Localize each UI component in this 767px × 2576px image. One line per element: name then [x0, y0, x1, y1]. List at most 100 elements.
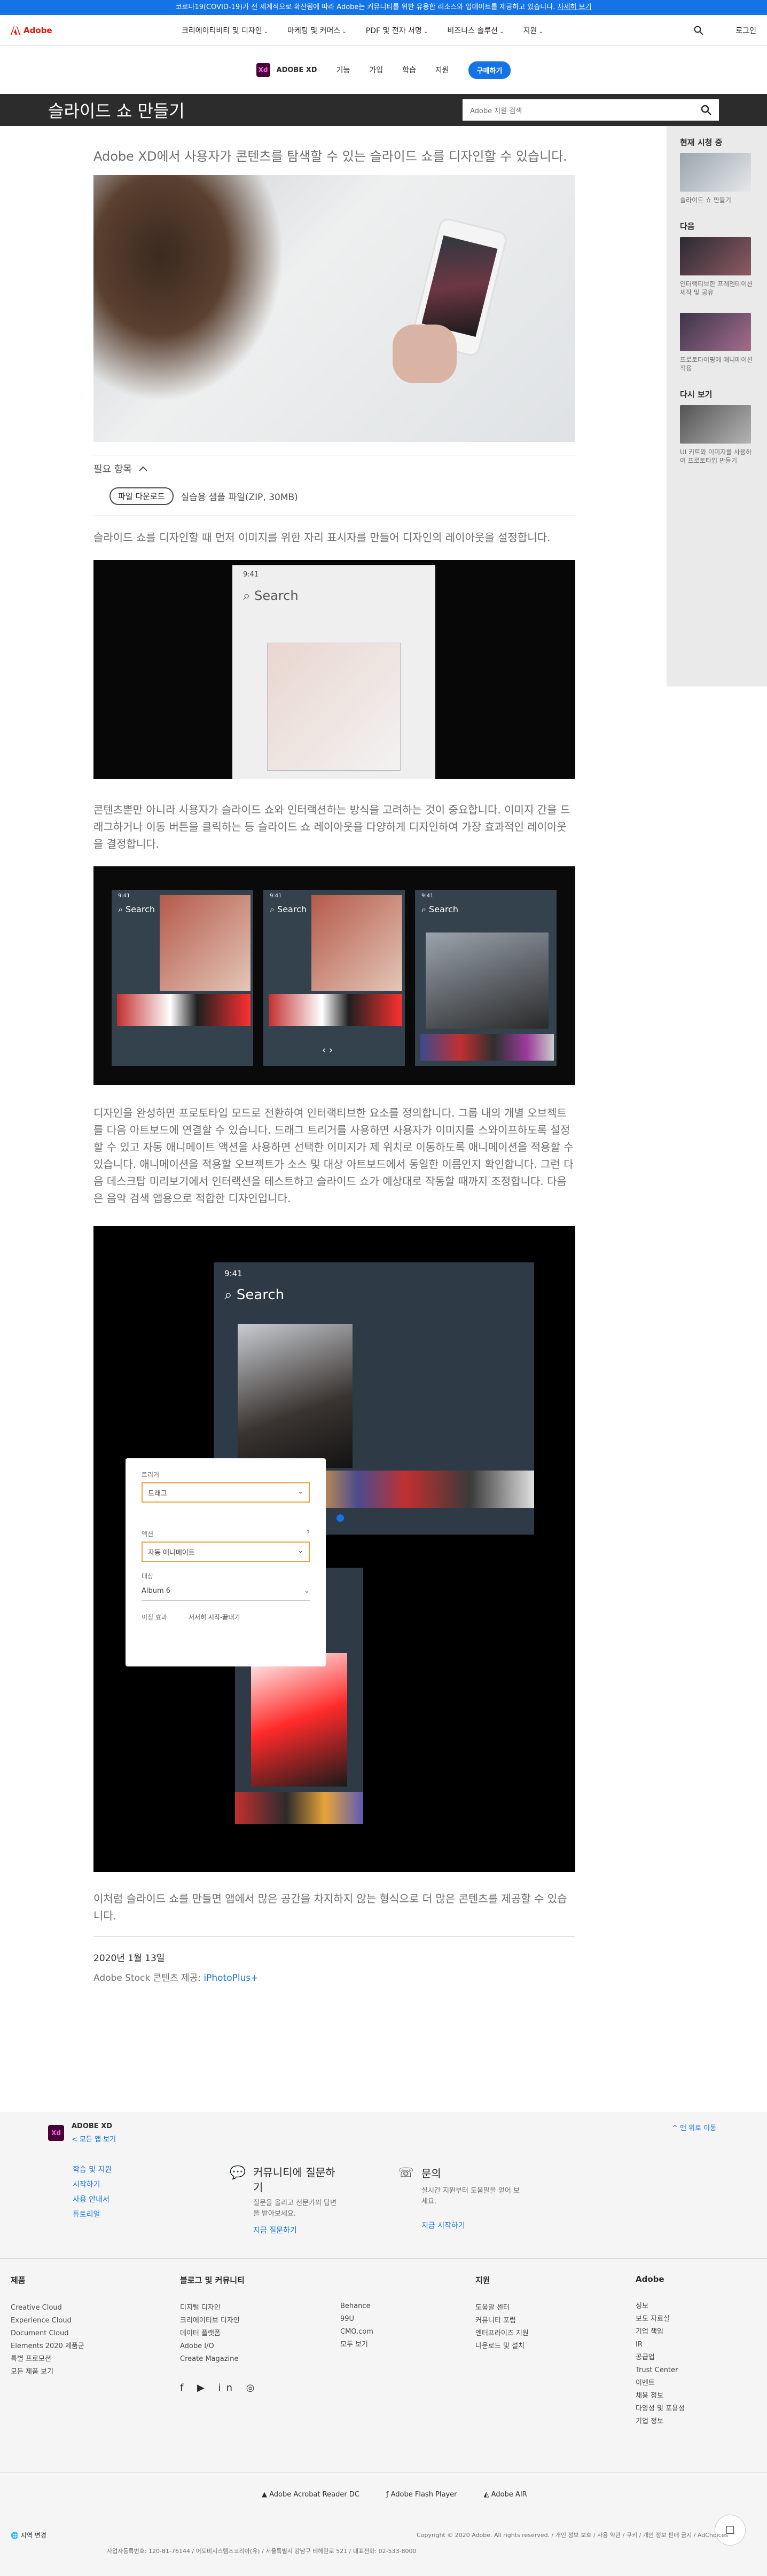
- col-link[interactable]: 다운로드 및 설치: [475, 2340, 529, 2353]
- layout-mockup-image[interactable]: 9:41 ⌕ Search: [93, 560, 575, 779]
- gnav-item-marketing[interactable]: 마케팅 및 커머스: [287, 25, 347, 36]
- region-selector[interactable]: 🌐 지역 변경: [11, 2531, 46, 2540]
- brand-name: Adobe: [24, 25, 52, 35]
- next-title-1[interactable]: 인터랙티브한 프레젠테이션 제작 및 공유: [680, 280, 754, 297]
- adobe-logo[interactable]: Adobe: [11, 26, 171, 35]
- easing-label: 이징 효과: [142, 1614, 167, 1621]
- col-title: [340, 2274, 373, 2284]
- col-link[interactable]: 데이터 플랫폼: [180, 2327, 260, 2340]
- next-title-2[interactable]: 프로토타이핑에 애니메이션 적용: [680, 355, 754, 373]
- chevron-down-icon: ⌄: [298, 1547, 303, 1555]
- col-link[interactable]: Creative Cloud: [11, 2302, 84, 2314]
- col-link[interactable]: 이벤트: [636, 2377, 685, 2390]
- layout-variants-image[interactable]: 9:41 ⌕ Search 9:41 ⌕ Search ‹ › 9:41 ⌕ Searc…: [93, 866, 575, 1085]
- search-icon[interactable]: [694, 26, 704, 35]
- col-link[interactable]: Experience Cloud: [11, 2314, 84, 2327]
- review-title[interactable]: UI 키트와 이미지를 사용하여 프로토타입 만들기: [680, 448, 754, 465]
- now-playing-thumb[interactable]: [680, 153, 751, 192]
- col-link[interactable]: Trust Center: [636, 2364, 685, 2377]
- subnav-learn[interactable]: 학습: [402, 65, 416, 75]
- flash-link[interactable]: ƒ Adobe Flash Player: [386, 2491, 457, 2499]
- col-link[interactable]: 기업 책임: [636, 2326, 685, 2338]
- col-link[interactable]: 커뮤니티 포럼: [475, 2314, 529, 2327]
- footer-link-guide[interactable]: 사용 안내서: [73, 2192, 112, 2207]
- buy-button[interactable]: 구매하기: [468, 61, 511, 79]
- col-link[interactable]: 기업 정보: [636, 2415, 685, 2428]
- contact-title: 문의: [421, 2167, 441, 2180]
- review-thumb[interactable]: [680, 405, 751, 444]
- connector-dot[interactable]: [336, 1514, 344, 1522]
- footer-col-products: 제품 Creative Cloud Experience Cloud Documen…: [11, 2274, 84, 2379]
- col-link[interactable]: Create Magazine: [180, 2353, 260, 2366]
- required-toggle[interactable]: 필요 항목: [93, 462, 575, 476]
- acrobat-link[interactable]: ▲ Adobe Acrobat Reader DC: [262, 2491, 359, 2499]
- gnav-item-support[interactable]: 지원: [523, 25, 543, 36]
- variant-2: 9:41 ⌕ Search ‹ ›: [263, 890, 405, 1066]
- col-link[interactable]: 99U: [340, 2313, 373, 2326]
- next-thumb-1[interactable]: [680, 237, 751, 275]
- footer-product: Xd ADOBE XD < 모든 앱 보기: [48, 2122, 116, 2144]
- now-playing-title[interactable]: 슬라이드 쇼 만들기: [680, 196, 754, 204]
- col-link[interactable]: Behance: [340, 2300, 373, 2313]
- acrobat-label: Adobe Acrobat Reader DC: [269, 2491, 359, 2499]
- col-link[interactable]: 모든 제품 보기: [11, 2366, 84, 2379]
- footer-col-blogs: 블로그 및 커뮤니티 디지털 디자인 크리에이티브 디자인 데이터 플랫폼 Adobe…: [180, 2274, 260, 2395]
- interaction-panel: 트리거 드래그 ⌄ 액션? 자동 애니메이트 ⌄ 대상 Album 6 ⌄ 이징 효과…: [126, 1458, 326, 1666]
- footer-link-start[interactable]: 시작하기: [73, 2177, 112, 2192]
- search-placeholder: Adobe 지원 검색: [470, 107, 522, 115]
- footer-link-learn[interactable]: 학습 및 지원: [73, 2162, 112, 2177]
- gnav-item-business[interactable]: 비즈니스 솔루션: [447, 25, 504, 36]
- col-link[interactable]: Document Cloud: [11, 2327, 84, 2340]
- footer-link-tutorials[interactable]: 튜토리얼: [73, 2207, 112, 2222]
- col-link[interactable]: 디지털 디자인: [180, 2302, 260, 2314]
- subnav-support[interactable]: 지원: [435, 65, 449, 75]
- col-title: 제품: [11, 2275, 26, 2285]
- col-link[interactable]: 다양성 및 포용성: [636, 2403, 685, 2415]
- trigger-value: 드래그: [148, 1490, 167, 1498]
- product-badge[interactable]: Xd ADOBE XD: [256, 63, 317, 77]
- banner-link[interactable]: 자세히 보기: [558, 3, 592, 11]
- main-placeholder: [267, 643, 401, 771]
- action-value: 자동 애니메이트: [148, 1549, 195, 1557]
- copyright: Copyright © 2020 Adobe. All rights reser…: [417, 2532, 729, 2539]
- action-select[interactable]: 자동 애니메이트 ⌄: [142, 1542, 310, 1562]
- support-search-input[interactable]: Adobe 지원 검색: [463, 99, 719, 121]
- trigger-select[interactable]: 드래그 ⌄: [142, 1482, 310, 1503]
- next-thumb-2[interactable]: [680, 313, 751, 351]
- col-link[interactable]: 크리에이티브 디자인: [180, 2314, 260, 2327]
- col-link[interactable]: 엔터프라이즈 지원: [475, 2327, 529, 2340]
- dest-select[interactable]: Album 6 ⌄: [142, 1584, 310, 1601]
- easing-select[interactable]: 서서히 시작-끝내기: [189, 1613, 240, 1622]
- community-link[interactable]: 지금 질문하기: [230, 2225, 336, 2235]
- help-icon[interactable]: ?: [307, 1529, 310, 1538]
- col-link[interactable]: CMO.com: [340, 2326, 373, 2338]
- covid-banner: 코로나19(COVID-19)가 전 세계적으로 확산됨에 따라 Adobe는 …: [0, 0, 767, 15]
- banner-text: 코로나19(COVID-19)가 전 세계적으로 확산됨에 따라 Adobe는 …: [175, 3, 555, 11]
- all-apps-link[interactable]: < 모든 앱 보기: [72, 2134, 116, 2144]
- gnav-item-creativity[interactable]: 크리에이티비티 및 디자인: [182, 25, 268, 36]
- download-button[interactable]: 파일 다운로드: [109, 487, 174, 505]
- back-to-top-link[interactable]: ^ 맨 위로 이동: [672, 2122, 716, 2132]
- air-link[interactable]: ◭ Adobe AIR: [484, 2491, 527, 2499]
- col-link[interactable]: 도움말 센터: [475, 2302, 529, 2314]
- col-link[interactable]: 채용 정보: [636, 2390, 685, 2403]
- social-icons[interactable]: f ▶ in ◎: [180, 2382, 260, 2395]
- col-link[interactable]: 모두 보기: [340, 2338, 373, 2351]
- col-link[interactable]: 공급업: [636, 2351, 685, 2364]
- credit-link[interactable]: iPhotoPlus+: [204, 1973, 258, 1984]
- signin-link[interactable]: 로그인: [735, 25, 756, 36]
- contact-link[interactable]: 지금 시작하기: [398, 2220, 521, 2231]
- search-icon[interactable]: [701, 105, 711, 115]
- subnav-plans[interactable]: 가입: [369, 65, 383, 75]
- col-link[interactable]: 보도 자료실: [636, 2313, 685, 2326]
- feedback-icon[interactable]: ☐: [715, 2515, 746, 2546]
- col-link[interactable]: 정보: [636, 2300, 685, 2313]
- prototype-demo-image[interactable]: 9:41 ⌕ Search 트리거 드래그 ⌄ 액션? 자동 애니메이트 ⌄ 대상 …: [93, 1226, 575, 1872]
- col-link[interactable]: Adobe I/O: [180, 2340, 260, 2353]
- gnav-item-pdf[interactable]: PDF 및 전자 서명: [366, 25, 428, 36]
- col-link[interactable]: 특별 프로모션: [11, 2353, 84, 2366]
- hero-image[interactable]: [93, 175, 575, 442]
- col-link[interactable]: Elements 2020 제품군: [11, 2340, 84, 2353]
- subnav-features[interactable]: 기능: [336, 65, 350, 75]
- col-link[interactable]: IR: [636, 2338, 685, 2351]
